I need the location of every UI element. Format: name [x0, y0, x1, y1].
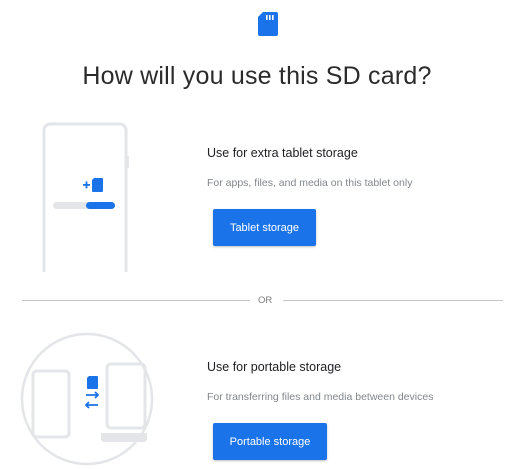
- tablet-storage-illustration: [36, 118, 136, 274]
- portable-storage-button[interactable]: Portable storage: [213, 423, 327, 460]
- divider-right-line: [283, 300, 503, 301]
- or-divider-label: OR: [258, 295, 273, 306]
- sd-card-icon: [257, 11, 279, 37]
- option-tablet-title: Use for extra tablet storage: [207, 146, 358, 160]
- divider-left-line: [22, 300, 250, 301]
- portable-storage-illustration: [19, 331, 155, 467]
- option-portable-description: For transferring files and media between…: [207, 391, 434, 403]
- option-tablet-description: For apps, files, and media on this table…: [207, 177, 413, 189]
- tablet-storage-button[interactable]: Tablet storage: [213, 209, 316, 246]
- page-title: How will you use this SD card?: [82, 62, 432, 90]
- option-portable-title: Use for portable storage: [207, 360, 342, 374]
